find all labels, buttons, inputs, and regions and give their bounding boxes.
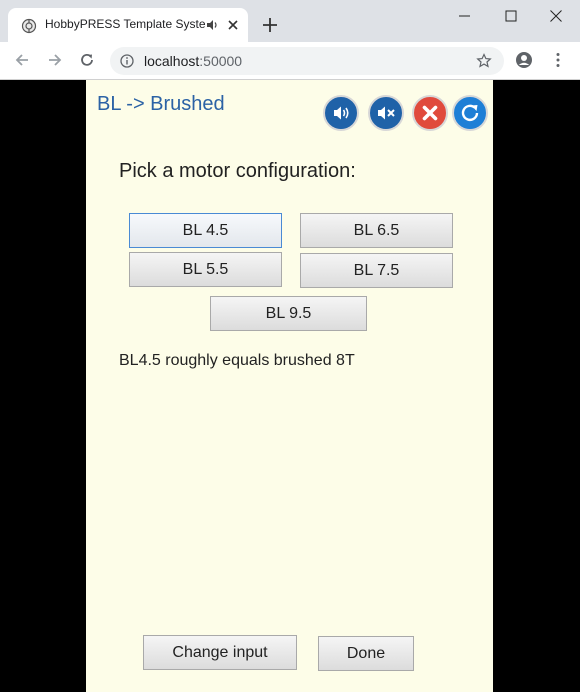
tab-title: HobbyPRESS Template Syste [45, 17, 205, 31]
option-bl-4-5-button[interactable]: BL 4.5 [129, 213, 282, 248]
speaker-on-icon [334, 106, 349, 120]
refresh-icon [461, 104, 479, 122]
browser-toolbar: localhost:50000 [0, 42, 580, 80]
browser-tab[interactable]: HobbyPRESS Template Syste [8, 8, 248, 42]
url-host: localhost [144, 53, 200, 69]
reload-icon[interactable] [78, 51, 96, 69]
app-panel: BL -> Brushed Pick a motor configuration… [86, 80, 493, 692]
page-title: BL -> Brushed [97, 93, 225, 115]
option-bl-9-5-button[interactable]: BL 9.5 [210, 296, 367, 331]
sound-on-button[interactable] [323, 95, 359, 131]
url-text: localhost:50000 [144, 53, 242, 69]
page-viewport: BL -> Brushed Pick a motor configuration… [0, 80, 580, 692]
new-tab-icon[interactable] [261, 16, 279, 34]
mute-button[interactable] [368, 95, 404, 131]
favicon-icon [21, 18, 37, 34]
change-input-button[interactable]: Change input [143, 635, 297, 670]
refresh-button[interactable] [452, 95, 488, 131]
browser-titlebar: HobbyPRESS Template Syste [0, 0, 580, 42]
close-x-icon [422, 105, 438, 121]
url-port: :50000 [199, 53, 243, 69]
forward-icon[interactable] [46, 51, 64, 69]
audio-playing-icon[interactable] [205, 18, 219, 32]
menu-dots-icon[interactable] [549, 51, 567, 69]
maximize-icon[interactable] [501, 6, 521, 26]
site-info-icon[interactable] [120, 54, 134, 68]
window-close-icon[interactable] [546, 6, 566, 26]
done-button[interactable]: Done [318, 636, 414, 671]
close-button[interactable] [412, 95, 448, 131]
tab-close-icon[interactable] [226, 18, 240, 32]
back-icon[interactable] [13, 51, 31, 69]
option-bl-6-5-button[interactable]: BL 6.5 [300, 213, 453, 248]
prompt-text: Pick a motor configuration: [119, 160, 356, 182]
address-bar[interactable]: localhost:50000 [110, 47, 504, 75]
speaker-mute-icon [378, 106, 395, 120]
bookmark-star-icon[interactable] [476, 53, 492, 69]
option-bl-7-5-button[interactable]: BL 7.5 [300, 253, 453, 288]
minimize-icon[interactable] [455, 6, 475, 26]
option-bl-5-5-button[interactable]: BL 5.5 [129, 252, 282, 287]
profile-icon[interactable] [515, 51, 533, 69]
equivalence-note: BL4.5 roughly equals brushed 8T [119, 352, 355, 369]
